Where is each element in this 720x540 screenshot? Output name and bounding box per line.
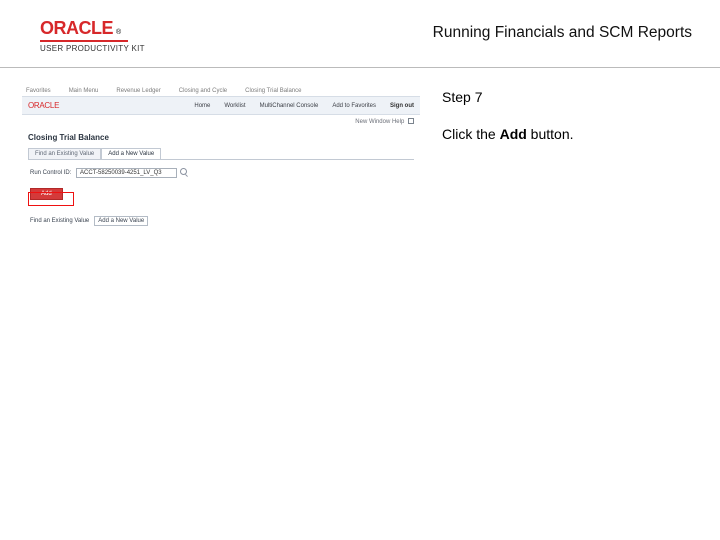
nav-worklist[interactable]: Worklist: [224, 103, 245, 109]
run-control-input[interactable]: ACCT-58250039-4251_LV_Q3: [76, 168, 177, 178]
nav-signout[interactable]: Sign out: [390, 103, 414, 109]
brand-logo: ORACLE ® USER PRODUCTIVITY KIT: [40, 18, 145, 53]
breadcrumb-item[interactable]: Main Menu: [69, 88, 99, 94]
new-window-link[interactable]: New Window Help: [355, 119, 404, 125]
window-tools: New Window Help: [22, 115, 420, 127]
oracle-mini-logo: ORACLE: [28, 101, 59, 110]
breadcrumb-item[interactable]: Closing and Cycle: [179, 88, 227, 94]
step-number: Step 7: [442, 88, 574, 107]
breadcrumb-item[interactable]: Revenue Ledger: [116, 88, 160, 94]
breadcrumb-item[interactable]: Favorites: [26, 88, 51, 94]
app-page-title: Closing Trial Balance: [22, 127, 420, 146]
instruction-suffix: button.: [527, 126, 574, 142]
app-header-bar: ORACLE Home Worklist MultiChannel Consol…: [22, 96, 420, 115]
registered-mark: ®: [116, 29, 121, 36]
instruction-prefix: Click the: [442, 126, 500, 142]
doc-header: ORACLE ® USER PRODUCTIVITY KIT Running F…: [0, 0, 720, 68]
breadcrumb: Favorites Main Menu Revenue Ledger Closi…: [22, 86, 420, 96]
tab-find-existing[interactable]: Find an Existing Value: [28, 148, 101, 159]
find-existing-link[interactable]: Find an Existing Value: [30, 218, 89, 224]
run-control-label: Run Control ID:: [30, 170, 71, 176]
page-title: Running Financials and SCM Reports: [433, 18, 692, 42]
bottom-search-row: Find an Existing Value Add a New Value: [22, 200, 420, 226]
embedded-screenshot: Favorites Main Menu Revenue Ledger Closi…: [22, 86, 420, 246]
nav-home[interactable]: Home: [194, 103, 210, 109]
add-new-value-link[interactable]: Add a New Value: [94, 216, 148, 226]
breadcrumb-item[interactable]: Closing Trial Balance: [245, 88, 301, 94]
inner-tabs: Find an Existing Value Add a New Value: [28, 148, 414, 159]
tab-add-new[interactable]: Add a New Value: [101, 148, 161, 159]
oracle-wordmark: ORACLE: [40, 18, 113, 39]
nav-add-favorites[interactable]: Add to Favorites: [332, 103, 376, 109]
brand-subtitle: USER PRODUCTIVITY KIT: [40, 44, 145, 53]
nav-multichannel[interactable]: MultiChannel Console: [260, 103, 319, 109]
lookup-icon[interactable]: [180, 168, 187, 175]
new-window-icon[interactable]: [408, 118, 414, 124]
instruction-line: Click the Add button.: [442, 125, 574, 144]
step-instructions: Step 7 Click the Add button.: [442, 86, 574, 246]
add-button[interactable]: Add: [30, 188, 63, 200]
instruction-bold: Add: [500, 126, 527, 142]
run-control-row: Run Control ID: ACCT-58250039-4251_LV_Q3: [22, 160, 420, 182]
content-row: Favorites Main Menu Revenue Ledger Closi…: [0, 68, 720, 246]
logo-underline: [40, 40, 128, 42]
